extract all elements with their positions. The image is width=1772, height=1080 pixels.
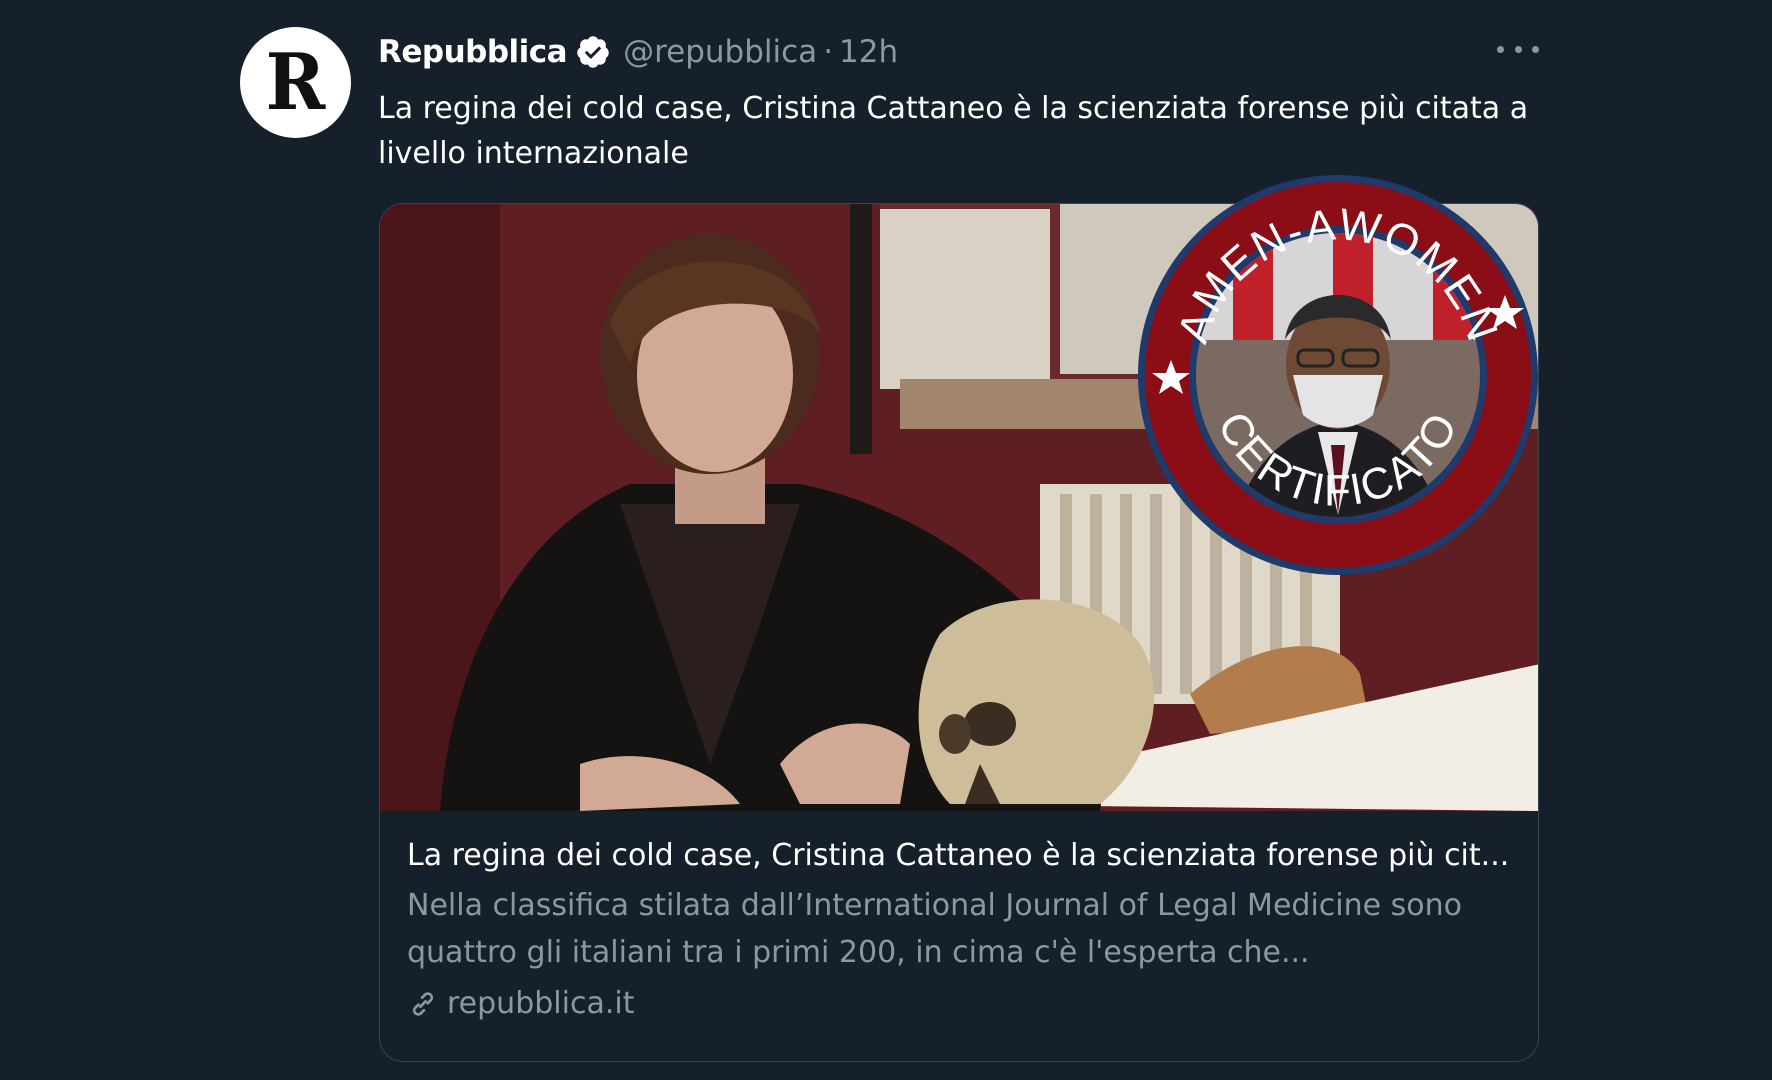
tweet[interactable]: R Repubblica @repubblica · 12h La regina… [0,0,1772,1080]
tweet-text: La regina dei cold case, Cristina Cattan… [378,91,1529,171]
separator: · [823,34,834,70]
verified-badge-icon [577,36,609,68]
avatar[interactable]: R [240,27,351,138]
timestamp[interactable]: 12h [839,34,898,70]
display-name[interactable]: Repubblica [378,34,568,70]
card-domain-text: repubblica.it [447,986,635,1021]
avatar-letter: R [265,36,326,128]
card-title: La regina dei cold case, Cristina Cattan… [407,838,1510,873]
handle[interactable]: @repubblica [623,34,817,70]
card-domain: repubblica.it [407,982,1517,1026]
stamp-graphic: AMEN-AWOMEN CERTIFICATO [1138,175,1538,575]
more-options-icon[interactable] [1497,34,1539,64]
link-icon [412,992,434,1016]
card-description: Nella classifica stilata dall’Internatio… [407,888,1462,970]
certificate-stamp: AMEN-AWOMEN CERTIFICATO [1133,170,1543,580]
tweet-header: Repubblica @repubblica · 12h [378,30,898,74]
card-body: La regina dei cold case, Cristina Cattan… [407,834,1517,1026]
